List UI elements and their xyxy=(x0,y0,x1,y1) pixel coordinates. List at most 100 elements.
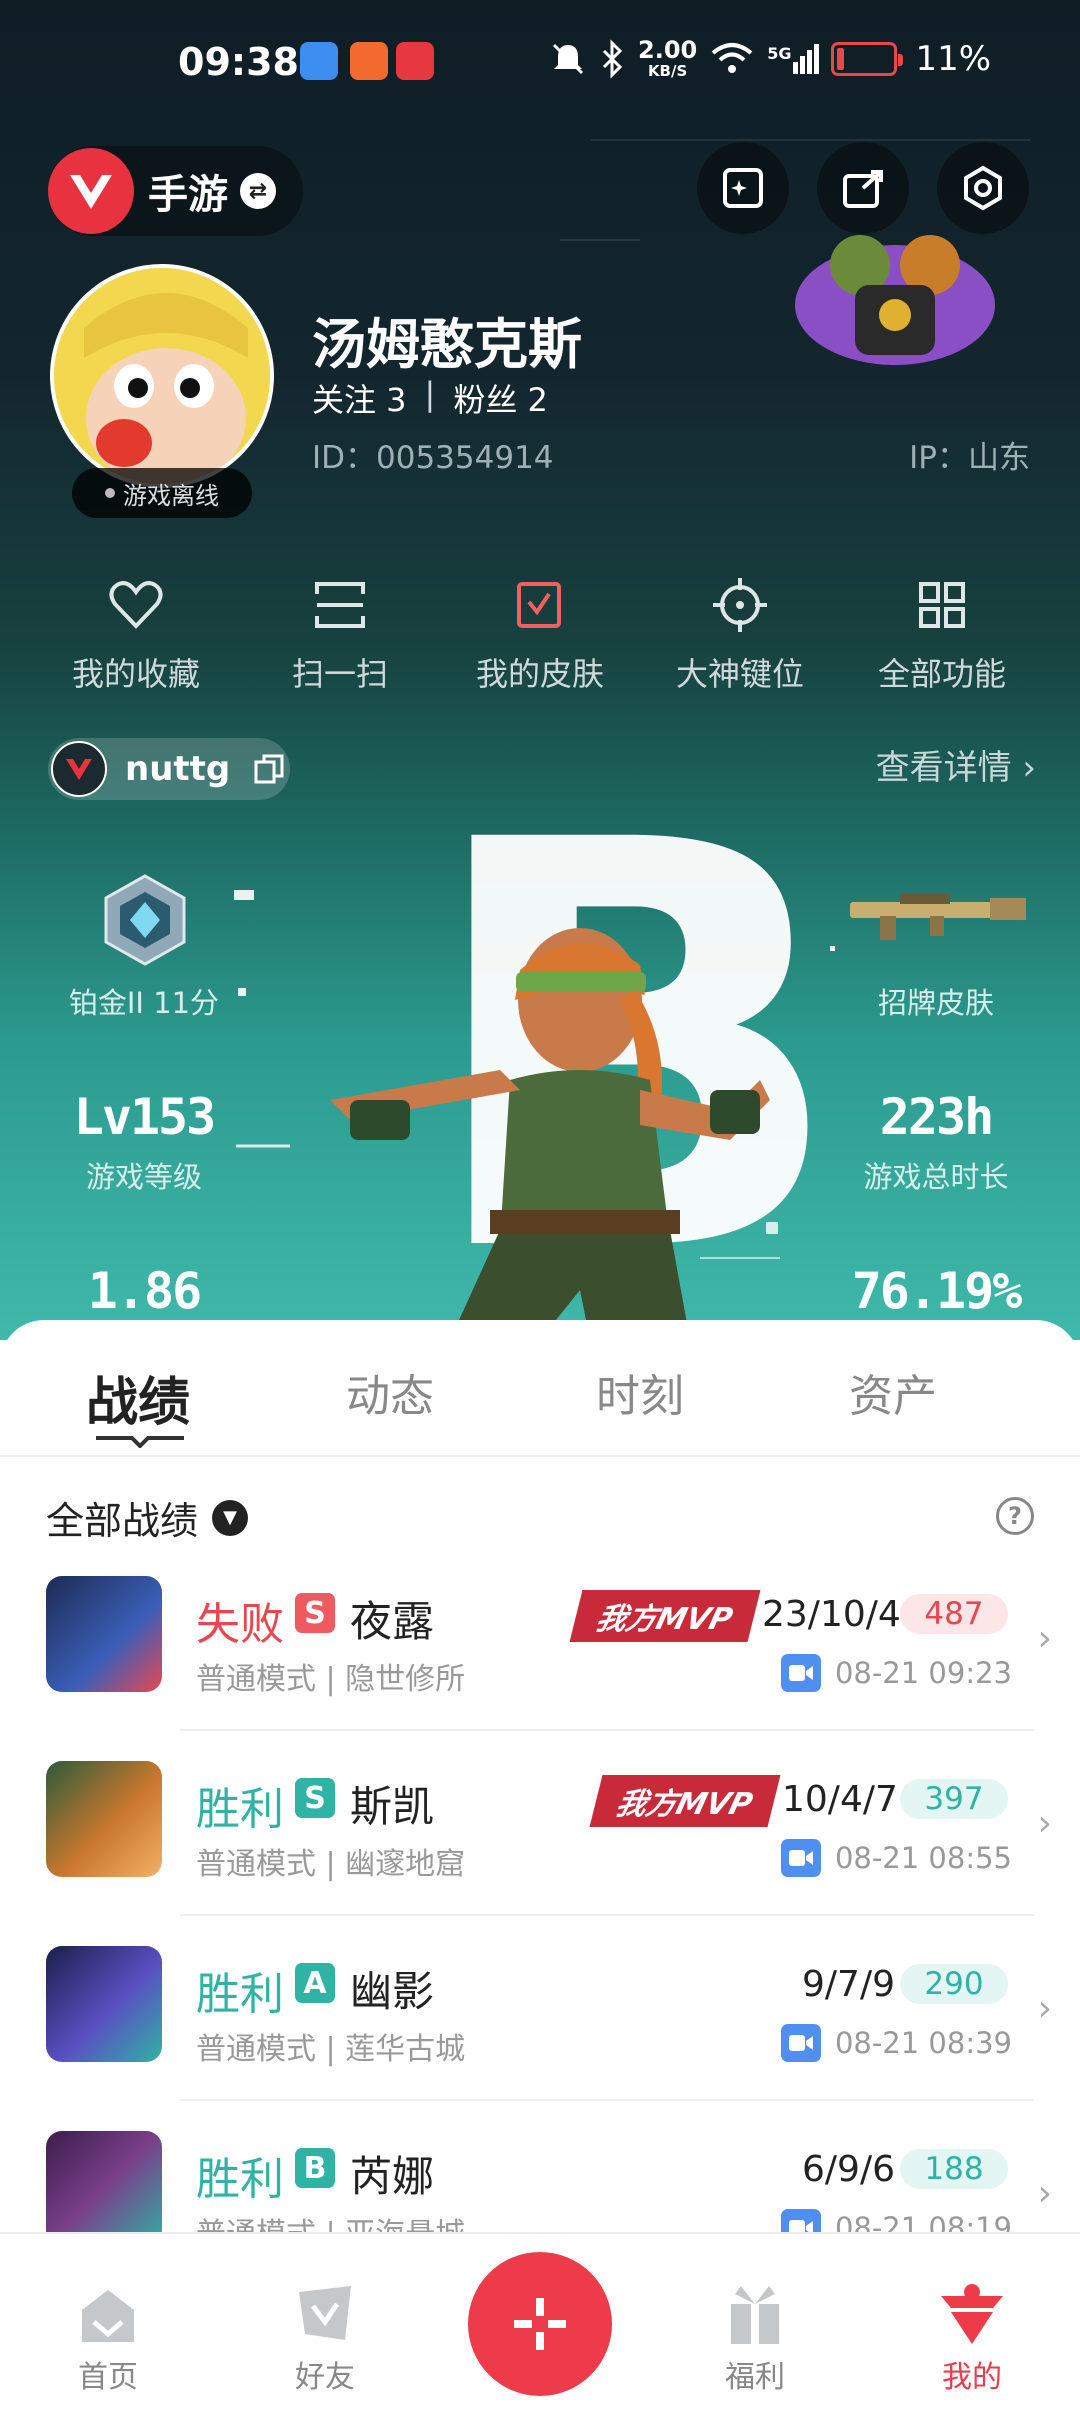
record-time: 08-21 08:55 xyxy=(780,1839,1012,1877)
app-notification-icon xyxy=(350,42,388,80)
chevron-right-icon: › xyxy=(1022,748,1036,788)
follow-stats: 关注 3 | 粉丝 2 xyxy=(312,375,548,421)
video-icon[interactable] xyxy=(780,2024,821,2062)
agent-name: 芮娜 xyxy=(350,2152,435,2201)
level-label: 游戏等级 xyxy=(85,1160,202,1194)
status-bar: 09:38 2.00 KB/S 5G 11% xyxy=(0,34,1080,94)
weapon-skin-icon[interactable] xyxy=(840,888,1030,944)
rank-badge: S xyxy=(295,1593,335,1633)
agent-name: 夜露 xyxy=(350,1597,435,1646)
record-kda: 9/7/9 xyxy=(802,1964,895,2005)
rank-badge: S xyxy=(295,1778,335,1818)
record-row[interactable]: 失败 S 夜露 普通模式 | 隐世修所 我方MVP 23/10/4 487 08… xyxy=(0,1546,1080,1731)
record-mode: 普通模式 | 莲华古城 xyxy=(196,2032,466,2067)
agent-portrait xyxy=(46,1946,162,2062)
playtime-label: 游戏总时长 xyxy=(863,1160,1009,1194)
game-logo-icon xyxy=(48,148,134,234)
scan-icon xyxy=(315,582,365,628)
help-icon[interactable]: ? xyxy=(996,1497,1034,1535)
profile-icon xyxy=(941,2284,1003,2344)
rank-badge: B xyxy=(295,2148,335,2188)
user-id: ID：005354914 xyxy=(312,440,554,476)
character-illustration xyxy=(330,928,770,1340)
record-kda: 23/10/4 xyxy=(762,1594,901,1635)
separator: | xyxy=(424,375,436,413)
record-mode: 普通模式 | 幽邃地窟 xyxy=(196,1847,466,1882)
tab-feed[interactable]: 动态 xyxy=(290,1360,490,1424)
quick-action-all-features[interactable]: 全部功能 xyxy=(852,575,1032,695)
user-name: 汤姆憨克斯 xyxy=(312,313,582,376)
game-logo-icon xyxy=(51,741,107,797)
chevron-right-icon: › xyxy=(1037,1803,1052,1844)
agent-portrait xyxy=(46,1761,162,1877)
chevron-right-icon: › xyxy=(1037,1988,1052,2029)
tab-divider xyxy=(0,1455,1080,1457)
view-details-link[interactable]: 查看详情 › xyxy=(876,740,1036,789)
chevron-right-icon: › xyxy=(1037,1618,1052,1659)
playtime-value: 223h xyxy=(879,1088,994,1146)
tab-assets[interactable]: 资产 xyxy=(793,1360,993,1424)
nav-benefits[interactable]: 福利 xyxy=(695,2274,815,2396)
rank-badge-icon xyxy=(104,874,186,966)
edit-profile-button[interactable] xyxy=(697,142,789,234)
mute-icon xyxy=(552,43,584,75)
switch-icon: ⇄ xyxy=(240,173,276,209)
kd-value: 1.86 xyxy=(87,1262,202,1320)
nav-friends[interactable]: 好友 xyxy=(265,2274,385,2396)
heart-icon xyxy=(109,581,163,629)
quick-action-skins[interactable]: 我的皮肤 xyxy=(450,575,630,695)
record-mode: 普通模式 | 隐世修所 xyxy=(196,1662,466,1697)
fans-count[interactable]: 粉丝 2 xyxy=(453,375,548,421)
home-icon xyxy=(82,2290,134,2342)
record-time: 08-21 09:23 xyxy=(780,1654,1012,1692)
plus-icon xyxy=(514,2298,566,2350)
edit-icon xyxy=(723,168,763,208)
profile-sticker-image xyxy=(795,235,995,365)
following-count[interactable]: 关注 3 xyxy=(312,375,407,421)
game-switcher-label: 手游 xyxy=(148,172,228,218)
record-row[interactable]: 胜利 S 斯凯 普通模式 | 幽邃地窟 我方MVP 10/4/7 397 08-… xyxy=(0,1731,1080,1916)
rank-label: 铂金II 11分 xyxy=(68,986,220,1020)
record-time: 08-21 08:39 xyxy=(780,2024,1012,2062)
video-icon[interactable] xyxy=(780,1654,821,1692)
quick-action-favorites[interactable]: 我的收藏 xyxy=(46,575,226,695)
nav-profile[interactable]: 我的 xyxy=(912,2274,1032,2396)
record-kda: 10/4/7 xyxy=(782,1779,898,1820)
record-result: 胜利 xyxy=(196,2154,284,2205)
signal-icon: 5G xyxy=(767,44,820,74)
mvp-badge: 我方MVP xyxy=(569,1590,761,1642)
gift-icon xyxy=(731,2286,779,2344)
game-account-chip[interactable]: nuttg xyxy=(48,738,290,800)
tab-moments[interactable]: 时刻 xyxy=(540,1360,740,1424)
winrate-value: 76.19% xyxy=(851,1262,1023,1320)
copy-icon[interactable] xyxy=(252,752,286,786)
status-time: 09:38 xyxy=(178,40,299,84)
chevron-right-icon: › xyxy=(1037,2173,1052,2214)
record-row[interactable]: 胜利 A 幽影 普通模式 | 莲华古城 9/7/9 290 08-21 08:3… xyxy=(0,1916,1080,2101)
agent-name: 斯凯 xyxy=(350,1782,435,1831)
crosshair-icon xyxy=(713,578,767,632)
agent-portrait xyxy=(46,1576,162,1692)
rank-badge: A xyxy=(295,1963,335,2003)
app-notification-icon xyxy=(300,42,338,80)
record-result: 胜利 xyxy=(196,1969,284,2020)
records-filter-dropdown[interactable]: 全部战绩 ▼ xyxy=(46,1490,249,1545)
video-icon[interactable] xyxy=(780,1839,821,1877)
bluetooth-icon xyxy=(602,39,623,79)
signature-skin-label: 招牌皮肤 xyxy=(877,986,994,1020)
chevron-down-icon: ▼ xyxy=(212,1499,249,1536)
game-switcher[interactable]: 手游 ⇄ xyxy=(48,146,303,236)
net-speed: 2.00 KB/S xyxy=(638,36,698,80)
tab-records[interactable]: 战绩 xyxy=(38,1360,238,1435)
agent-name: 幽影 xyxy=(350,1967,435,2016)
nav-home[interactable]: 首页 xyxy=(48,2274,168,2396)
avatar[interactable] xyxy=(50,264,274,488)
friends-icon xyxy=(299,2286,351,2340)
bottom-navigation: 首页 好友 福利 我的 xyxy=(0,2232,1080,2412)
quick-action-key-layout[interactable]: 大神键位 xyxy=(650,575,830,695)
quick-action-scan[interactable]: 扫一扫 xyxy=(250,575,430,695)
create-post-button[interactable] xyxy=(468,2252,612,2396)
record-score: 290 xyxy=(900,1964,1008,2004)
level-value: Lv153 xyxy=(73,1088,217,1146)
record-score: 188 xyxy=(900,2149,1008,2189)
